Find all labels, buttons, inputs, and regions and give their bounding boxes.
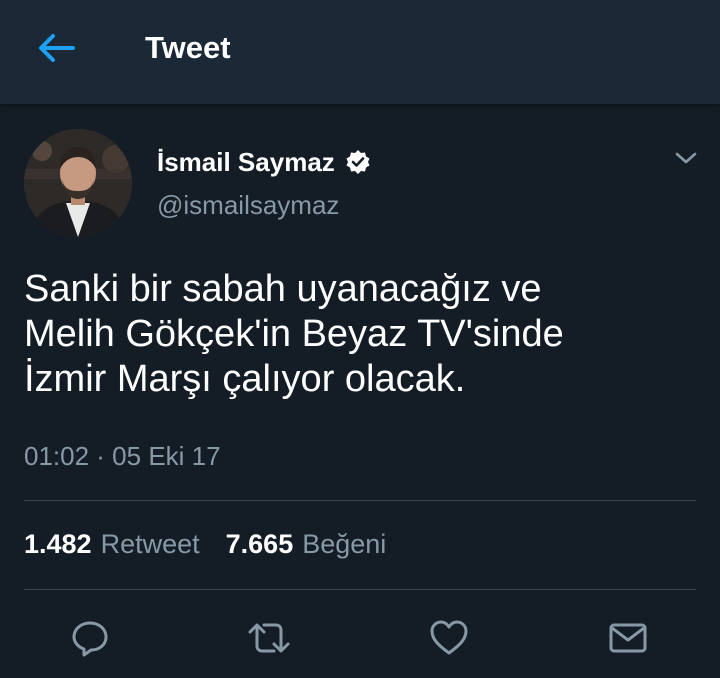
retweet-label: Retweet — [100, 529, 200, 559]
tweet-text: Sanki bir sabah uyanacağız ve Melih Gökç… — [24, 267, 704, 402]
like-button[interactable] — [423, 612, 475, 664]
like-count: 7.665 — [225, 529, 294, 559]
heart-icon — [430, 620, 468, 655]
like-label: Beğeni — [302, 529, 387, 559]
author-name-row[interactable]: İsmail Saymaz — [157, 146, 371, 178]
tweet-stats: 1.482 Retweet 7.665 Beğeni — [24, 527, 386, 561]
avatar[interactable] — [24, 129, 132, 237]
chevron-down-icon — [675, 152, 697, 164]
reply-icon — [72, 621, 108, 657]
back-button[interactable] — [34, 30, 78, 66]
verified-badge-icon — [345, 149, 371, 175]
tweet-text-line: Sanki bir sabah uyanacağız ve — [24, 268, 542, 310]
divider — [24, 589, 696, 590]
author-handle[interactable]: @ismailsaymaz — [157, 189, 339, 221]
retweet-count-link[interactable]: 1.482 Retweet — [24, 527, 200, 561]
retweet-icon — [248, 623, 290, 653]
page-title: Tweet — [145, 30, 231, 65]
arrow-left-icon — [39, 34, 75, 62]
retweet-count: 1.482 — [24, 529, 92, 559]
share-button[interactable] — [602, 612, 654, 664]
reply-button[interactable] — [64, 612, 116, 664]
tweet-text-line: Melih Gökçek'in Beyaz TV'sinde — [24, 313, 564, 355]
display-name[interactable]: İsmail Saymaz — [157, 147, 335, 178]
profile-photo — [24, 129, 132, 237]
retweet-button[interactable] — [243, 612, 295, 664]
tweet-timestamp: 01:02 · 05 Eki 17 — [24, 441, 221, 471]
top-app-bar: Tweet — [0, 0, 720, 104]
tweet-menu-button[interactable] — [672, 146, 700, 170]
like-count-link[interactable]: 7.665 Beğeni — [226, 527, 387, 561]
mail-icon — [609, 623, 647, 653]
divider — [24, 500, 696, 501]
tweet-text-line: İzmir Marşı çalıyor olacak. — [24, 358, 466, 400]
tweet-actions — [0, 612, 720, 664]
